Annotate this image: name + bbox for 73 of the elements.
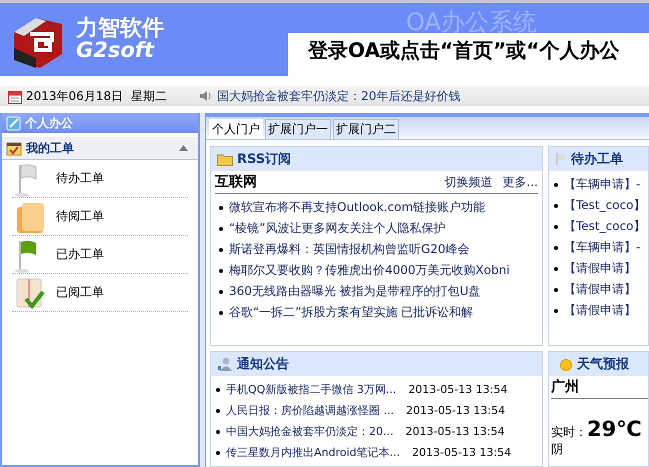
sun-cloud-icon xyxy=(555,356,573,372)
channel-link[interactable]: 切换频道 xyxy=(444,174,493,190)
bullet-icon xyxy=(554,204,558,208)
speaker-icon xyxy=(199,90,214,102)
todo-link[interactable]: 【请假申请】 xyxy=(564,302,636,319)
news-link[interactable]: 微软宣布将不再支持Outlook.com链接账户功能 xyxy=(229,199,486,216)
logo-subtitle: G2soft xyxy=(76,40,154,61)
flag-icon xyxy=(555,152,567,166)
sidebar-item[interactable]: 已办工单 xyxy=(12,236,188,274)
bullet-icon xyxy=(554,246,558,250)
section-title: 我的工单 xyxy=(26,140,75,156)
portal-tab[interactable]: 扩展门户二 xyxy=(333,119,399,139)
bullet-icon xyxy=(219,248,223,252)
city-name: 广州 xyxy=(551,376,648,399)
weather-condition: 阴 xyxy=(550,441,564,458)
news-link[interactable]: 斯诺登再爆料：英国情报机构曾监听G20峰会 xyxy=(229,241,470,258)
notice-link[interactable]: 中国大妈抢金被套牢仍淡定：20... xyxy=(226,424,394,439)
bullet-icon xyxy=(216,408,220,412)
todo-link[interactable]: 【请假申请】 xyxy=(564,281,636,298)
panel-title: 通知公告 xyxy=(237,356,289,373)
panel-title: RSS订阅 xyxy=(237,151,292,168)
calendar-icon xyxy=(8,88,22,104)
notice-link[interactable]: 人民日报：房价陷越调越涨怪圈 ... xyxy=(226,403,394,418)
todo-link[interactable]: 【Test_coco】 xyxy=(564,197,646,214)
bullet-icon xyxy=(216,388,220,392)
sidebar-title: 个人办公 xyxy=(25,114,73,132)
sidebar-item[interactable]: 待阅工单 xyxy=(12,198,188,236)
date-text: 2013年06月18日 xyxy=(26,88,124,104)
welcome-banner: 登录OA或点击“首页”或“个人办公 xyxy=(288,33,649,76)
folder-icon xyxy=(217,152,233,166)
bullet-icon xyxy=(219,268,223,272)
news-link[interactable]: 梅耶尔又要收购？传雅虎出价4000万美元收购Xobni xyxy=(229,262,510,279)
notepad-icon xyxy=(6,115,22,131)
bullet-icon xyxy=(216,430,220,434)
news-ticker[interactable]: 国大妈抢金被套牢仍淡定：20年后还是好价钱 xyxy=(217,88,460,104)
news-link[interactable]: 360无线路由器曝光 被指为是带程序的打包U盘 xyxy=(229,283,481,300)
news-link[interactable]: “棱镜”风波让更多网友关注个人隐私保护 xyxy=(229,220,446,237)
notice-link[interactable]: 传三星数月内推出Android笔记本... xyxy=(226,445,400,460)
weather-label: 实时： xyxy=(551,424,587,441)
channel-link[interactable]: 更多... xyxy=(502,174,538,190)
todo-link[interactable]: 【车辆申请】- xyxy=(564,239,640,256)
logo-title: 力智软件 xyxy=(76,18,164,40)
bullet-icon xyxy=(219,290,223,294)
calendar-check-icon xyxy=(6,140,22,156)
notice-time: 2013-05-13 13:54 xyxy=(406,404,506,417)
bullet-icon xyxy=(219,206,223,210)
portal-tab[interactable]: 个人门户 xyxy=(209,119,263,139)
todo-link[interactable]: 【请假申请】 xyxy=(564,260,636,277)
notice-time: 2013-05-13 13:54 xyxy=(412,446,512,459)
notice-time: 2013-05-13 13:54 xyxy=(408,383,508,396)
bullet-icon xyxy=(554,182,558,186)
bullet-icon xyxy=(554,288,558,292)
panel-title: 待办工单 xyxy=(571,151,623,168)
notice-time: 2013-05-13 13:54 xyxy=(406,425,505,438)
speaker-person-icon xyxy=(217,356,233,372)
todo-link[interactable]: 【车辆申请】- xyxy=(564,176,640,193)
notice-link[interactable]: 手机QQ新版被指二手微信 3万网... xyxy=(226,382,396,397)
panel-title: 天气预报 xyxy=(577,356,629,373)
bullet-icon xyxy=(219,310,223,314)
sidebar-item[interactable]: 已阅工单 xyxy=(12,274,188,312)
bullet-icon xyxy=(219,226,223,230)
todo-link[interactable]: 【Test_coco】 xyxy=(564,218,646,235)
portal-tab[interactable]: 扩展门户一 xyxy=(265,119,331,139)
channel-title: 互联网 xyxy=(215,173,258,191)
bullet-icon xyxy=(554,224,558,228)
news-link[interactable]: 谷歌“一拆二”拆股方案有望实施 已批诉讼和解 xyxy=(229,304,474,321)
weekday-text: 星期二 xyxy=(131,88,168,104)
temperature: 29℃ xyxy=(587,417,642,441)
bullet-icon xyxy=(554,266,558,270)
bullet-icon xyxy=(554,308,558,312)
sidebar-item[interactable]: 待办工单 xyxy=(12,160,188,198)
collapse-caret-icon[interactable] xyxy=(179,145,188,151)
bullet-icon xyxy=(216,450,220,454)
